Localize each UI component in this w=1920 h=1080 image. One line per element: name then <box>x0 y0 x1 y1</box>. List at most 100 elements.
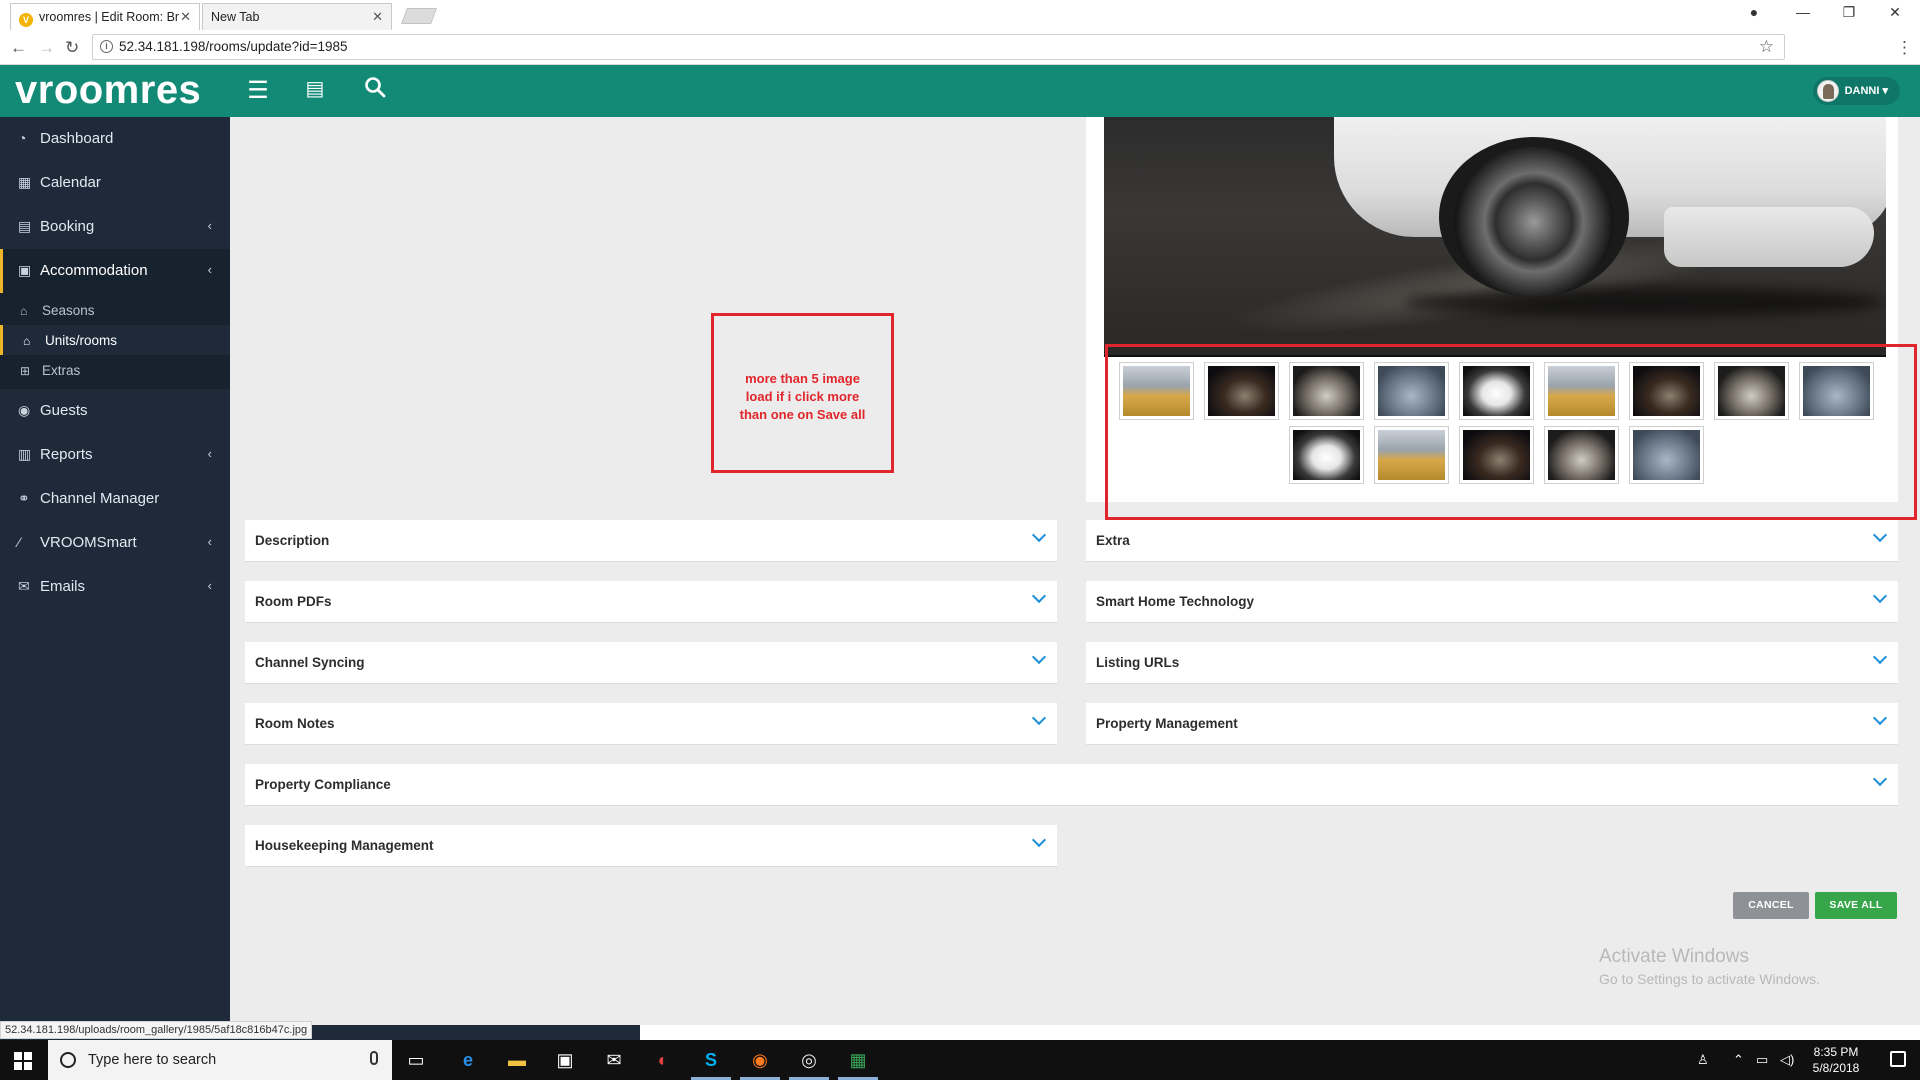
chevron-down-icon[interactable] <box>1872 772 1888 788</box>
sidebar-item-reports[interactable]: ▥ Reports ‹ <box>0 433 230 477</box>
user-menu[interactable]: DANNI ▾ <box>1812 77 1900 105</box>
notifications-icon[interactable] <box>1890 1051 1906 1067</box>
edge-icon[interactable]: e <box>455 1048 481 1072</box>
mail-icon[interactable]: ✉ <box>601 1048 627 1072</box>
taskbar-search-input[interactable]: Type here to search <box>48 1040 392 1080</box>
back-icon[interactable]: ← <box>10 38 27 58</box>
spreadsheet-icon[interactable]: ▦ <box>845 1048 871 1072</box>
sidebar-item-dashboard[interactable]: ◔ Dashboard <box>0 117 230 161</box>
sidebar-item-booking[interactable]: ▤ Booking ‹ <box>0 205 230 249</box>
chevron-down-icon[interactable] <box>1872 528 1888 544</box>
panel-property-management[interactable]: Property Management <box>1086 703 1898 745</box>
paint-icon[interactable]: ◐ <box>650 1048 676 1072</box>
save-all-button[interactable]: SAVE ALL <box>1815 892 1897 919</box>
url-text: 52.34.181.198/rooms/update?id=1985 <box>119 39 348 54</box>
panel-title: Smart Home Technology <box>1096 594 1255 609</box>
annotation-line: than one on Save all <box>739 407 866 422</box>
chevron-left-icon: ‹ <box>207 218 212 233</box>
system-clock[interactable]: 8:35 PM 5/8/2018 <box>1808 1044 1864 1076</box>
microphone-icon[interactable] <box>370 1051 378 1065</box>
panel-smart-home-technology[interactable]: Smart Home Technology <box>1086 581 1898 623</box>
email-icon: ✉ <box>18 578 30 594</box>
sidebar-item-guests[interactable]: ◉ Guests <box>0 389 230 433</box>
restore-icon[interactable]: ❐ <box>1834 4 1864 21</box>
panel-description[interactable]: Description <box>245 520 1057 562</box>
chrome-icon[interactable]: ◎ <box>796 1048 822 1072</box>
windows-taskbar: Type here to search ▭ e ▬ ▣ ✉ ◐ S ◉ ◎ ▦ … <box>0 1040 1920 1080</box>
close-tab-icon[interactable]: ✕ <box>180 9 191 25</box>
reload-icon[interactable]: ↻ <box>65 38 79 58</box>
network-icon[interactable]: ▭ <box>1756 1052 1768 1068</box>
close-window-icon[interactable]: ✕ <box>1880 4 1910 21</box>
chevron-down-icon[interactable] <box>1031 589 1047 605</box>
sidebar-subitem-extras[interactable]: ⊞ Extras <box>0 355 230 385</box>
panel-property-compliance[interactable]: Property Compliance <box>245 764 1898 806</box>
new-tab-button[interactable] <box>401 8 437 24</box>
panel-title: Extra <box>1096 533 1130 548</box>
reports-icon: ▥ <box>18 446 32 462</box>
sidebar-subitem-units-rooms[interactable]: ⌂ Units/rooms <box>0 325 230 355</box>
people-icon[interactable]: ♙ <box>1697 1052 1709 1068</box>
guests-icon: ◉ <box>18 402 31 418</box>
avatar <box>1816 80 1839 103</box>
panel-title: Property Management <box>1096 716 1238 731</box>
task-view-icon[interactable]: ▭ <box>403 1048 429 1072</box>
app-header: vroomres ☰ ▤ DANNI ▾ <box>0 65 1920 117</box>
brand-logo[interactable]: vroomres <box>15 68 201 113</box>
profile-icon[interactable]: ● <box>1739 4 1769 20</box>
browser-menu-icon[interactable]: ⋮ <box>1896 38 1913 58</box>
file-explorer-icon[interactable]: ▬ <box>504 1048 530 1072</box>
booking-icon: ▤ <box>18 218 32 234</box>
clock-time: 8:35 PM <box>1813 1045 1859 1059</box>
browser-tab-bar: Vvroomres | Edit Room: Br ✕ New Tab ✕ ● … <box>0 0 1920 30</box>
chevron-left-icon: ‹ <box>207 446 212 461</box>
chevron-down-icon[interactable] <box>1031 650 1047 666</box>
chevron-down-icon[interactable] <box>1872 711 1888 727</box>
site-info-icon[interactable]: i <box>100 40 113 53</box>
sidebar-item-emails[interactable]: ✉ Emails ‹ <box>0 565 230 609</box>
volume-icon[interactable]: ◁) <box>1780 1052 1794 1068</box>
panel-title: Property Compliance <box>255 777 391 792</box>
panel-room-pdfs[interactable]: Room PDFs <box>245 581 1057 623</box>
wand-icon: ⁄ <box>18 534 21 550</box>
chat-icon[interactable]: ▤ <box>300 76 330 101</box>
user-name: DANNI <box>1844 85 1880 97</box>
minimize-icon[interactable]: — <box>1788 4 1818 20</box>
url-input[interactable]: i 52.34.181.198/rooms/update?id=1985 ☆ <box>92 34 1785 60</box>
panel-listing-urls[interactable]: Listing URLs <box>1086 642 1898 684</box>
sidebar-item-calendar[interactable]: ▦ Calendar <box>0 161 230 205</box>
vroomres-favicon-icon: V <box>19 13 33 27</box>
chevron-down-icon[interactable] <box>1031 528 1047 544</box>
browser-tab-new[interactable]: New Tab ✕ <box>202 3 392 30</box>
forward-icon[interactable]: → <box>38 38 55 58</box>
annotation-line: load if i click more <box>745 389 860 404</box>
calendar-icon: ▦ <box>18 174 32 190</box>
panel-channel-syncing[interactable]: Channel Syncing <box>245 642 1057 684</box>
dashboard-icon: ◔ <box>18 130 27 146</box>
panel-extra[interactable]: Extra <box>1086 520 1898 562</box>
chevron-up-icon[interactable]: ⌃ <box>1733 1052 1744 1068</box>
sidebar-subitem-seasons[interactable]: ⌂ Seasons <box>0 295 230 325</box>
windows-start-icon[interactable] <box>14 1052 32 1070</box>
chevron-left-icon: ‹ <box>207 262 212 277</box>
cancel-button[interactable]: CANCEL <box>1733 892 1809 919</box>
search-icon[interactable] <box>360 76 390 105</box>
skype-icon[interactable]: S <box>698 1048 724 1072</box>
chevron-down-icon[interactable] <box>1031 833 1047 849</box>
chevron-down-icon[interactable] <box>1031 711 1047 727</box>
sidebar-item-channel-manager[interactable]: ⚭ Channel Manager <box>0 477 230 521</box>
hamburger-menu-icon[interactable]: ☰ <box>243 76 273 105</box>
sidebar: ◔ Dashboard ▦ Calendar ▤ Booking ‹ ▣ Accommo… <box>0 117 230 1025</box>
sidebar-item-vroomsmart[interactable]: ⁄ VROOMSmart ‹ <box>0 521 230 565</box>
chevron-down-icon[interactable] <box>1872 650 1888 666</box>
firefox-icon[interactable]: ◉ <box>747 1048 773 1072</box>
store-icon[interactable]: ▣ <box>552 1048 578 1072</box>
bookmark-star-icon[interactable]: ☆ <box>1759 37 1774 57</box>
browser-tab-vroomres[interactable]: Vvroomres | Edit Room: Br ✕ <box>10 3 200 30</box>
chevron-down-icon[interactable] <box>1872 589 1888 605</box>
sidebar-item-label: Accommodation <box>40 262 148 279</box>
close-tab-icon[interactable]: ✕ <box>372 9 383 25</box>
panel-housekeeping-management[interactable]: Housekeeping Management <box>245 825 1057 867</box>
panel-room-notes[interactable]: Room Notes <box>245 703 1057 745</box>
sidebar-item-accommodation[interactable]: ▣ Accommodation ‹ <box>0 249 230 293</box>
